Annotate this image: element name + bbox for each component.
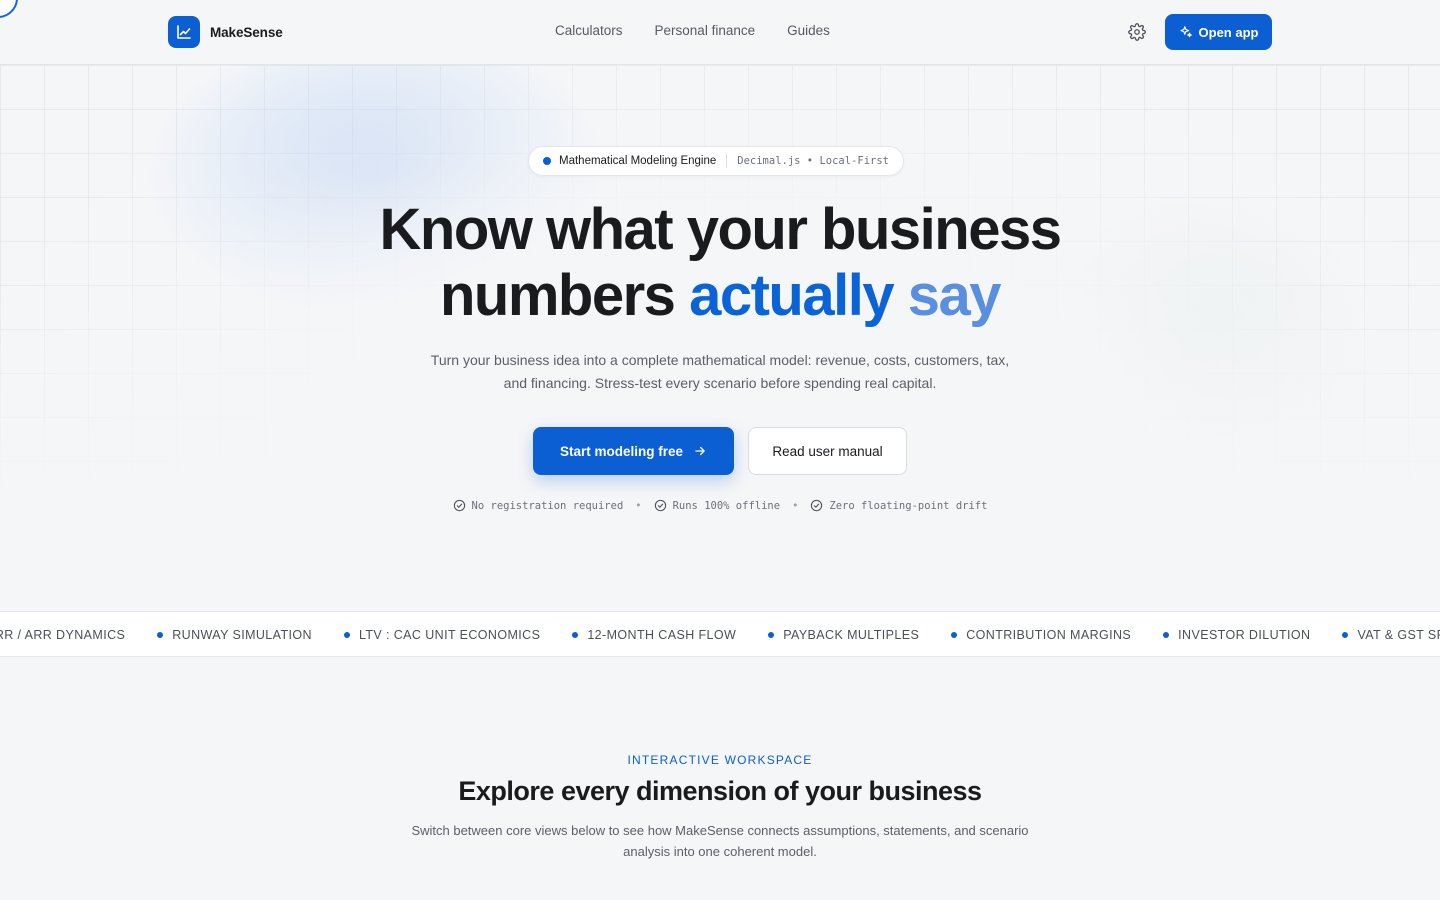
gear-icon bbox=[1128, 23, 1146, 41]
settings-button[interactable] bbox=[1125, 20, 1149, 44]
main-nav: Calculators Personal finance Guides bbox=[555, 23, 830, 38]
corner-indicator-icon[interactable] bbox=[0, 0, 18, 18]
bullet-dot-icon bbox=[1163, 632, 1170, 638]
nav-calculators[interactable]: Calculators bbox=[555, 23, 623, 38]
ticker-label: 12-MONTH CASH FLOW bbox=[587, 628, 737, 642]
engine-badge-label: Mathematical Modeling Engine bbox=[559, 155, 717, 167]
ticker-item: VAT & GST SPLIT bbox=[1342, 628, 1440, 642]
hero-subtitle: Turn your business idea into a complete … bbox=[430, 352, 1010, 391]
check-circle-icon bbox=[811, 499, 823, 512]
check-separator: • bbox=[792, 499, 799, 512]
ticker-label: PAYBACK MULTIPLES bbox=[783, 628, 920, 642]
ticker-item: 12-MONTH CASH FLOW bbox=[572, 628, 736, 642]
metrics-ticker: MRR / ARR DYNAMICS RUNWAY SIMULATION LTV… bbox=[0, 611, 1440, 657]
brand-name: MakeSense bbox=[210, 24, 283, 40]
check-no-registration: No registration required bbox=[453, 499, 624, 512]
start-modeling-button[interactable]: Start modeling free bbox=[533, 427, 734, 475]
ticker-track: MRR / ARR DYNAMICS RUNWAY SIMULATION LTV… bbox=[0, 612, 1440, 656]
status-dot-icon bbox=[543, 157, 551, 165]
ticker-item: RUNWAY SIMULATION bbox=[157, 628, 312, 642]
check-circle-icon bbox=[654, 499, 666, 512]
open-app-label: Open app bbox=[1198, 24, 1259, 40]
hero-section: Mathematical Modeling Engine Decimal.js … bbox=[0, 65, 1440, 611]
ticker-item: PAYBACK MULTIPLES bbox=[768, 628, 919, 642]
ticker-item: INVESTOR DILUTION bbox=[1163, 628, 1310, 642]
section-eyebrow: INTERACTIVE WORKSPACE bbox=[627, 753, 813, 767]
bullet-dot-icon bbox=[1342, 632, 1349, 638]
section-title: Explore every dimension of your business bbox=[458, 776, 982, 806]
read-manual-label: Read user manual bbox=[772, 443, 883, 459]
check-offline: Runs 100% offline bbox=[654, 499, 780, 512]
check-label: Zero floating-point drift bbox=[829, 499, 988, 512]
badge-divider bbox=[726, 154, 728, 168]
check-precision: Zero floating-point drift bbox=[810, 499, 987, 512]
ticker-label: MRR / ARR DYNAMICS bbox=[0, 628, 126, 642]
ticker-label: RUNWAY SIMULATION bbox=[172, 628, 312, 642]
check-label: Runs 100% offline bbox=[672, 499, 781, 512]
feature-checks: No registration required • Runs 100% off… bbox=[0, 499, 1440, 512]
hero-title-accent-2: say bbox=[907, 263, 1002, 328]
check-separator: • bbox=[635, 499, 642, 512]
check-label: No registration required bbox=[471, 499, 624, 512]
open-app-button[interactable]: Open app bbox=[1165, 14, 1272, 50]
top-header: MakeSense Calculators Personal finance G… bbox=[0, 0, 1440, 65]
arrow-right-icon bbox=[695, 446, 705, 456]
bullet-dot-icon bbox=[768, 632, 775, 638]
read-manual-button[interactable]: Read user manual bbox=[748, 427, 907, 475]
ticker-label: CONTRIBUTION MARGINS bbox=[966, 628, 1132, 642]
bullet-dot-icon bbox=[343, 632, 350, 638]
brand[interactable]: MakeSense bbox=[168, 16, 283, 48]
ticker-item: LTV : CAC UNIT ECONOMICS bbox=[343, 628, 541, 642]
ticker-label: INVESTOR DILUTION bbox=[1178, 628, 1311, 642]
ticker-label: VAT & GST SPLIT bbox=[1357, 628, 1440, 642]
section-subtitle: Switch between core views below to see h… bbox=[411, 823, 1029, 859]
nav-personal-finance[interactable]: Personal finance bbox=[655, 23, 756, 38]
engine-badge: Mathematical Modeling Engine Decimal.js … bbox=[528, 146, 904, 176]
sparkles-icon bbox=[1179, 26, 1192, 38]
check-circle-icon bbox=[453, 499, 465, 512]
hero-title-accent-1: actually bbox=[689, 263, 895, 328]
bullet-dot-icon bbox=[572, 632, 579, 638]
ticker-item: MRR / ARR DYNAMICS bbox=[0, 628, 125, 642]
nav-guides[interactable]: Guides bbox=[787, 23, 830, 38]
bullet-dot-icon bbox=[951, 632, 958, 638]
hero-title-line1: Know what your business bbox=[379, 197, 1062, 262]
hero-title: Know what your business numbers actually… bbox=[0, 197, 1440, 329]
engine-badge-meta: Decimal.js • Local-First bbox=[737, 155, 889, 167]
ticker-item: CONTRIBUTION MARGINS bbox=[951, 628, 1131, 642]
start-modeling-label: Start modeling free bbox=[559, 443, 684, 459]
bullet-dot-icon bbox=[157, 632, 164, 638]
ticker-label: LTV : CAC UNIT ECONOMICS bbox=[358, 628, 541, 642]
hero-title-line2-plain: numbers bbox=[440, 263, 676, 328]
chart-line-icon bbox=[168, 16, 200, 48]
